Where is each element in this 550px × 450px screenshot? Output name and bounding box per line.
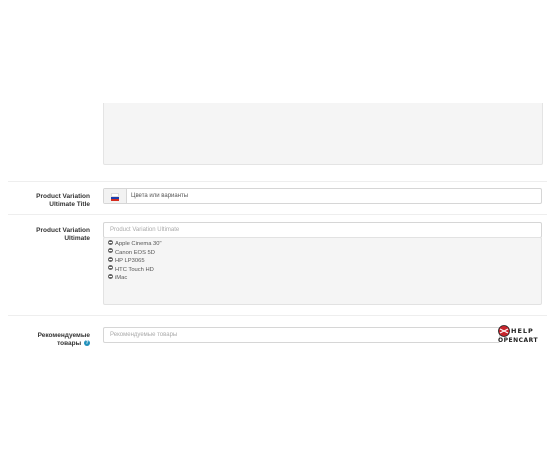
recommended-input[interactable]: Рекомендуемые товары [103, 327, 500, 343]
row-divider [8, 181, 547, 182]
variation-ultimate-input[interactable]: Product Variation Ultimate [103, 222, 542, 238]
list-item: Apple Cinema 30" [108, 239, 162, 248]
row-divider [8, 214, 547, 215]
minus-circle-icon[interactable] [108, 248, 113, 254]
language-addon [104, 189, 127, 203]
variation-ultimate-list: Apple Cinema 30" Canon EOS 5D HP LP3065 … [103, 237, 542, 305]
svg-text:HELP: HELP [511, 327, 534, 335]
help-opencart-logo: HELP OPENCART [498, 325, 539, 344]
minus-circle-icon[interactable] [108, 265, 113, 271]
list-item: Canon EOS 5D [108, 248, 155, 257]
list-item: HTC Touch HD [108, 265, 154, 274]
variation-ultimate-label: Product Variation Ultimate [36, 227, 90, 242]
product-links-panel: Product Variation Ultimate Title Цвета и… [8, 103, 547, 347]
minus-circle-icon[interactable] [108, 239, 113, 245]
variation-ultimate-placeholder: Product Variation Ultimate [110, 227, 180, 233]
variation-title-input[interactable]: Цвета или варианты [131, 189, 188, 203]
russian-flag-icon [111, 193, 119, 201]
list-item: iMac [108, 273, 127, 282]
variation-title-input-group: Цвета или варианты [103, 188, 542, 204]
svg-text:OPENCART: OPENCART [498, 337, 539, 344]
variation-title-label: Product Variation Ultimate Title [36, 193, 90, 208]
question-circle-icon[interactable]: ? [84, 340, 90, 347]
previous-field-area [103, 103, 543, 165]
minus-circle-icon[interactable] [108, 256, 113, 262]
recommended-placeholder: Рекомендуемые товары [110, 332, 178, 338]
recommended-label: Рекомендуемые товары ? [37, 332, 90, 347]
row-divider [8, 315, 547, 316]
minus-circle-icon[interactable] [108, 273, 113, 279]
list-item: HP LP3065 [108, 256, 145, 265]
